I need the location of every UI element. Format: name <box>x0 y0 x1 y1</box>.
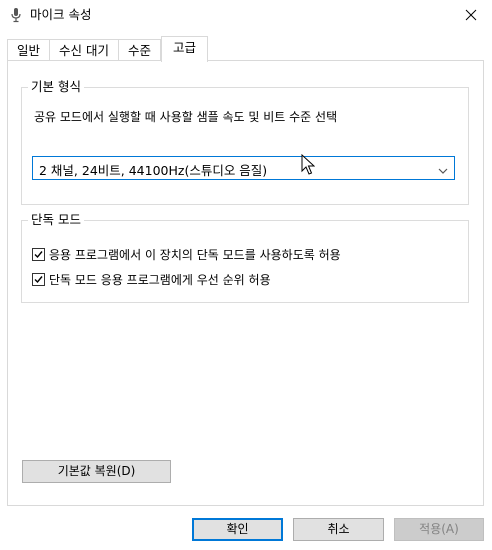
tab-general[interactable]: 일반 <box>7 39 51 61</box>
ok-button[interactable]: 확인 <box>192 518 283 541</box>
chevron-down-icon <box>438 164 448 178</box>
tab-panel-advanced: 기본 형식 공유 모드에서 실행할 때 사용할 샘플 속도 및 비트 수준 선택… <box>7 60 484 506</box>
checkmark-icon <box>34 251 43 259</box>
default-format-group: 기본 형식 공유 모드에서 실행할 때 사용할 샘플 속도 및 비트 수준 선택… <box>21 79 469 205</box>
tab-levels[interactable]: 수준 <box>119 39 162 61</box>
tab-listen[interactable]: 수신 대기 <box>50 39 119 61</box>
exclusive-mode-group: 단독 모드 응용 프로그램에서 이 장치의 단독 모드를 사용하도록 허용 단독… <box>21 212 469 303</box>
exclusive-priority-row[interactable]: 단독 모드 응용 프로그램에게 우선 순위 허용 <box>32 271 271 288</box>
allow-exclusive-label: 응용 프로그램에서 이 장치의 단독 모드를 사용하도록 허용 <box>49 248 341 262</box>
window-title: 마이크 속성 <box>30 7 92 22</box>
tab-strip: 일반 수신 대기 수준 고급 <box>7 36 209 62</box>
close-icon <box>465 9 477 21</box>
close-button[interactable] <box>454 0 488 30</box>
cancel-button[interactable]: 취소 <box>293 518 384 541</box>
title-bar[interactable]: 마이크 속성 <box>0 0 492 30</box>
tab-advanced[interactable]: 고급 <box>161 36 209 62</box>
apply-button[interactable]: 적용(A) <box>394 518 484 541</box>
sample-rate-select[interactable]: 2 채널, 24비트, 44100Hz(스튜디오 음질) <box>32 156 455 180</box>
default-format-legend: 기본 형식 <box>28 79 84 95</box>
mouse-cursor-icon <box>301 153 316 179</box>
allow-exclusive-checkbox[interactable] <box>32 248 45 261</box>
checkmark-icon <box>34 276 43 284</box>
microphone-icon <box>9 7 23 23</box>
restore-defaults-button[interactable]: 기본값 복원(D) <box>22 460 171 483</box>
allow-exclusive-row[interactable]: 응용 프로그램에서 이 장치의 단독 모드를 사용하도록 허용 <box>32 246 341 263</box>
properties-dialog: 마이크 속성 일반 수신 대기 수준 고급 기본 형식 공유 모드에서 실행할 … <box>0 0 492 550</box>
default-format-description: 공유 모드에서 실행할 때 사용할 샘플 속도 및 비트 수준 선택 <box>34 110 338 124</box>
exclusive-priority-checkbox[interactable] <box>32 273 45 286</box>
exclusive-mode-legend: 단독 모드 <box>28 212 84 228</box>
sample-rate-select-value: 2 채널, 24비트, 44100Hz(스튜디오 음질) <box>39 163 268 178</box>
exclusive-priority-label: 단독 모드 응용 프로그램에게 우선 순위 허용 <box>49 273 271 287</box>
